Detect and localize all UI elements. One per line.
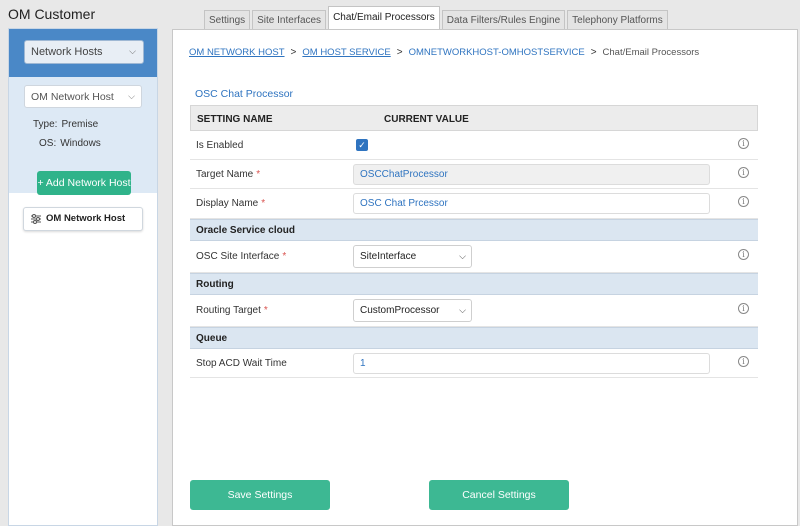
checkmark-icon: ✓ [358, 140, 366, 150]
select-value: CustomProcessor [360, 305, 440, 316]
group-oracle-service-cloud: Oracle Service cloud [190, 219, 758, 241]
info-icon[interactable]: i [738, 303, 749, 314]
save-settings-button[interactable]: Save Settings [190, 480, 330, 510]
row-is-enabled: Is Enabled ✓ i [190, 131, 758, 160]
display-name-field[interactable] [353, 193, 710, 214]
row-routing-target: Routing Target * CustomProcessor ⌵ i [190, 295, 758, 327]
main-panel: OM NETWORK HOST > OM HOST SERVICE > OMNE… [172, 29, 798, 526]
tab-bar: Settings Site Interfaces Chat/Email Proc… [204, 6, 670, 30]
target-name-field[interactable] [353, 164, 710, 185]
display-name-label: Display Name * [196, 198, 266, 209]
breadcrumb-om-network-host[interactable]: OM NETWORK HOST [189, 47, 285, 58]
info-icon[interactable]: i [738, 356, 749, 367]
section-title: OSC Chat Processor [195, 88, 294, 100]
header-current-value: CURRENT VALUE [384, 114, 469, 125]
chevron-down-icon: ⌵ [459, 251, 466, 261]
info-icon[interactable]: i [738, 138, 749, 149]
tab-chat-email-processors[interactable]: Chat/Email Processors [328, 6, 440, 30]
host-os-label: OS: [39, 138, 57, 149]
header-setting-name: SETTING NAME [197, 114, 273, 125]
routing-target-select[interactable]: CustomProcessor ⌵ [353, 299, 472, 322]
host-type-value: Premise [61, 119, 99, 130]
required-mark: * [263, 305, 268, 316]
cancel-settings-button[interactable]: Cancel Settings [429, 480, 569, 510]
info-icon[interactable]: i [738, 196, 749, 207]
host-type: Type: Premise [33, 119, 98, 130]
group-label: Routing [196, 279, 234, 290]
required-mark: * [261, 198, 266, 209]
host-os-value: Windows [60, 138, 101, 149]
sidebar-item-om-network-host[interactable]: OM Network Host [23, 207, 143, 231]
osc-site-interface-label: OSC Site Interface * [196, 251, 287, 262]
row-osc-site-interface: OSC Site Interface * SiteInterface ⌵ i [190, 241, 758, 273]
host-select-value: OM Network Host [31, 91, 114, 103]
row-display-name: Display Name* i [190, 189, 758, 219]
tab-settings[interactable]: Settings [204, 10, 251, 30]
settings-grid: SETTING NAME CURRENT VALUE Is Enabled ✓ … [190, 105, 758, 378]
select-value: SiteInterface [360, 251, 417, 262]
group-label: Oracle Service cloud [196, 225, 295, 236]
sidebar-item-label: OM Network Host [46, 213, 126, 224]
chevron-down-icon: ⌵ [129, 46, 136, 56]
group-queue: Queue [190, 327, 758, 349]
add-network-host-button[interactable]: + Add Network Host [37, 171, 131, 195]
category-select-value: Network Hosts [31, 46, 103, 58]
breadcrumb-current: Chat/Email Processors [602, 47, 700, 58]
info-icon[interactable]: i [738, 249, 749, 260]
host-type-label: Type: [33, 119, 58, 130]
osc-site-interface-select[interactable]: SiteInterface ⌵ [353, 245, 472, 268]
app-title: OM Customer [8, 6, 96, 22]
group-routing: Routing [190, 273, 758, 295]
info-icon[interactable]: i [738, 167, 749, 178]
host-select[interactable]: OM Network Host ⌵ [24, 85, 142, 108]
breadcrumb-separator: > [396, 47, 403, 58]
category-select[interactable]: Network Hosts ⌵ [24, 40, 144, 64]
is-enabled-checkbox[interactable]: ✓ [356, 139, 368, 151]
sidebar-header: Network Hosts ⌵ [9, 29, 157, 77]
group-label: Queue [196, 333, 228, 344]
grid-header: SETTING NAME CURRENT VALUE [190, 105, 758, 131]
breadcrumb-omnetworkhost-omhostservice[interactable]: OMNETWORKHOST-OMHOSTSERVICE [409, 47, 585, 58]
chevron-down-icon: ⌵ [128, 91, 135, 101]
target-name-label: Target Name * [196, 169, 261, 180]
breadcrumb: OM NETWORK HOST > OM HOST SERVICE > OMNE… [189, 47, 699, 58]
host-os: OS: Windows [39, 138, 101, 149]
routing-target-label: Routing Target * [196, 305, 268, 316]
stop-acd-wait-time-label: Stop ACD Wait Time [196, 358, 287, 369]
required-mark: * [282, 251, 287, 262]
tab-telephony-platforms[interactable]: Telephony Platforms [567, 10, 668, 30]
breadcrumb-separator: > [290, 47, 297, 58]
chevron-down-icon: ⌵ [459, 305, 466, 315]
row-target-name: Target Name* i [190, 160, 758, 189]
left-panel: Network Hosts ⌵ OM Network Host ⌵ Type: P… [8, 28, 158, 526]
tab-site-interfaces[interactable]: Site Interfaces [252, 10, 327, 30]
stop-acd-wait-time-field[interactable] [353, 353, 710, 374]
required-mark: * [256, 169, 261, 180]
tab-data-filters-rules-engine[interactable]: Data Filters/Rules Engine [441, 10, 566, 30]
breadcrumb-separator: > [590, 47, 597, 58]
is-enabled-label: Is Enabled [196, 140, 244, 151]
breadcrumb-om-host-service[interactable]: OM HOST SERVICE [302, 47, 390, 58]
row-stop-acd-wait-time: Stop ACD Wait Time i [190, 349, 758, 378]
sliders-icon [31, 214, 41, 224]
